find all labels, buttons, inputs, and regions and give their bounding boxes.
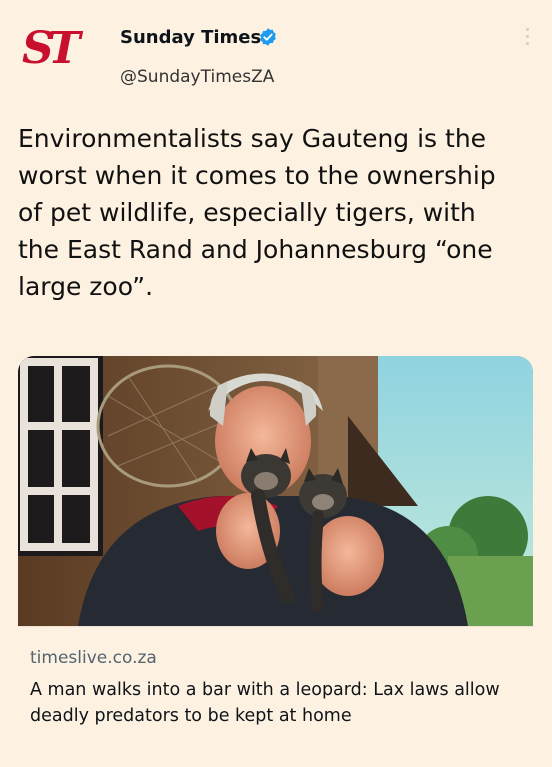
- logo-text: ST: [22, 23, 80, 74]
- sunday-times-logo[interactable]: ST: [22, 25, 96, 73]
- article-photo[interactable]: [18, 356, 533, 626]
- more-options-icon[interactable]: [526, 28, 530, 46]
- tweet-container: ST Sunday Times @SundayTimesZA Environme…: [0, 0, 552, 767]
- author-handle[interactable]: @SundayTimesZA: [120, 66, 274, 88]
- link-card-meta[interactable]: timeslive.co.za A man walks into a bar w…: [18, 626, 533, 743]
- tweet-text: Environmentalists say Gauteng is the wor…: [18, 124, 496, 301]
- link-domain: timeslive.co.za: [30, 648, 157, 668]
- link-headline[interactable]: A man walks into a bar with a leopard: L…: [30, 677, 530, 729]
- author-name[interactable]: Sunday Times: [120, 26, 261, 50]
- link-card[interactable]: timeslive.co.za A man walks into a bar w…: [18, 356, 533, 743]
- verified-badge-icon: [260, 28, 276, 46]
